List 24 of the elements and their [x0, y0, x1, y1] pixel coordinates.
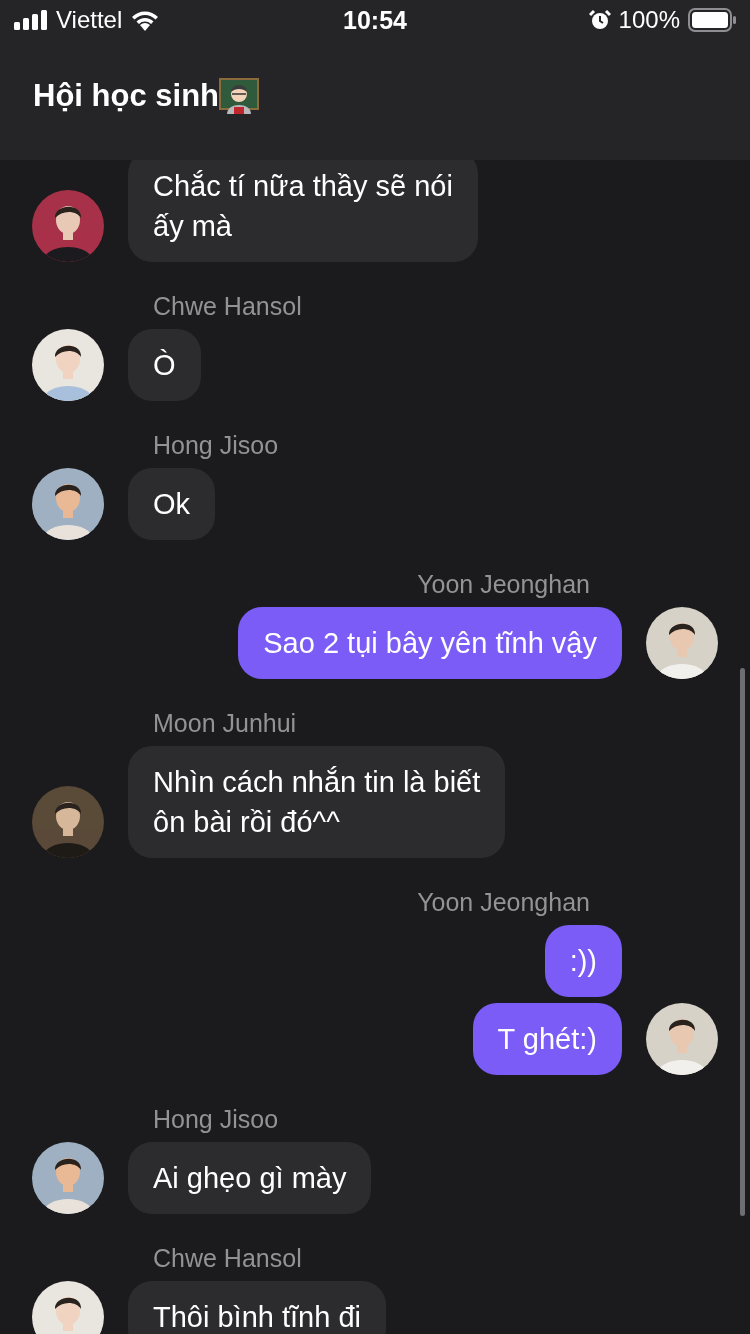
carrier-name: Viettel [56, 6, 123, 34]
sender-name: Hong Jisoo [153, 1105, 279, 1134]
battery-percent: 100% [618, 6, 680, 34]
signal-icon [14, 10, 48, 30]
message-bubble: Nhìn cách nhắn tin là biết ôn bài rồi đó^^ [128, 746, 506, 858]
message-bubble: Ai ghẹo gì mày [128, 1142, 372, 1214]
sender-name: Moon Junhui [153, 709, 297, 738]
sender-name: Hong Jisoo [153, 431, 279, 460]
chat-title: Hội học sinh [33, 78, 219, 114]
teacher-icon [219, 78, 259, 114]
message-bubble: Thôi bình tĩnh đi [128, 1281, 386, 1334]
alarm-clock-icon [588, 9, 611, 31]
battery-icon [688, 8, 736, 32]
sender-name: Yoon Jeonghan [417, 888, 590, 917]
message-bubble: T ghét:) [472, 1003, 622, 1075]
sender-name: Yoon Jeonghan [417, 570, 590, 599]
message-bubble: Ok [128, 468, 216, 540]
wifi-icon [130, 9, 161, 31]
status-time: 10:54 [343, 5, 407, 35]
sender-name: Chwe Hansol [153, 1244, 302, 1273]
message-bubble: Ò [128, 329, 201, 401]
sender-name: Chwe Hansol [153, 292, 302, 321]
message-bubble: :)) [544, 925, 622, 997]
message-bubble: Sao 2 tụi bây yên tĩnh vậy [238, 607, 622, 679]
